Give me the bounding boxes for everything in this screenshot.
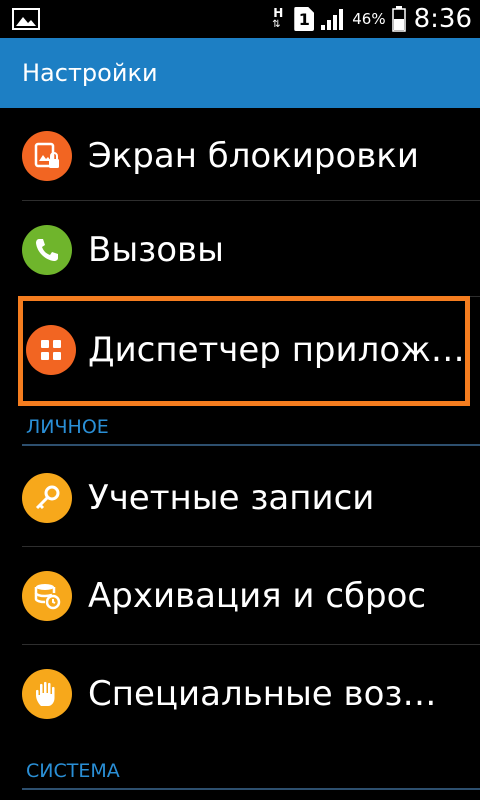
phone-icon — [22, 225, 72, 275]
settings-item-accounts[interactable]: Учетные записи — [0, 450, 480, 546]
section-divider — [22, 788, 480, 790]
battery-icon — [391, 6, 406, 32]
section-divider — [22, 444, 480, 446]
settings-item-label: Специальные воз… — [88, 674, 437, 714]
lock-screen-icon — [22, 131, 72, 181]
divider — [22, 200, 480, 201]
signal-icon — [321, 9, 344, 30]
settings-item-label: Экран блокировки — [88, 136, 419, 176]
settings-item-lock-screen[interactable]: Экран блокировки — [0, 108, 480, 204]
settings-item-label: Учетные записи — [88, 478, 375, 518]
section-header-system: СИСТЕМА — [26, 760, 120, 782]
section-header-personal: ЛИЧНОЕ — [26, 416, 109, 438]
settings-item-label: Вызовы — [88, 230, 224, 270]
backup-icon — [22, 571, 72, 621]
clock: 8:36 — [413, 4, 472, 34]
settings-item-backup-reset[interactable]: Архивация и сброс — [0, 548, 480, 644]
sim-icon: 1 — [294, 7, 315, 31]
action-bar: Настройки — [0, 38, 480, 108]
battery-percent: 46% — [352, 10, 386, 28]
network-type: H — [273, 6, 284, 20]
hand-icon — [22, 669, 72, 719]
settings-item-calls[interactable]: Вызовы — [0, 202, 480, 298]
divider — [22, 644, 480, 645]
sim-slot: 1 — [298, 9, 310, 29]
gallery-icon — [12, 8, 40, 30]
highlight-box — [18, 296, 470, 406]
page-title: Настройки — [22, 59, 158, 87]
data-arrows: ⇅ — [272, 19, 281, 30]
settings-item-label: Архивация и сброс — [88, 576, 427, 616]
settings-item-accessibility[interactable]: Специальные воз… — [0, 646, 480, 742]
divider — [22, 546, 480, 547]
status-icons: H ⇅ 1 46% 8:36 — [270, 0, 472, 38]
data-activity-icon: H ⇅ — [270, 5, 288, 33]
status-bar: H ⇅ 1 46% 8:36 — [0, 0, 480, 38]
key-icon — [22, 473, 72, 523]
